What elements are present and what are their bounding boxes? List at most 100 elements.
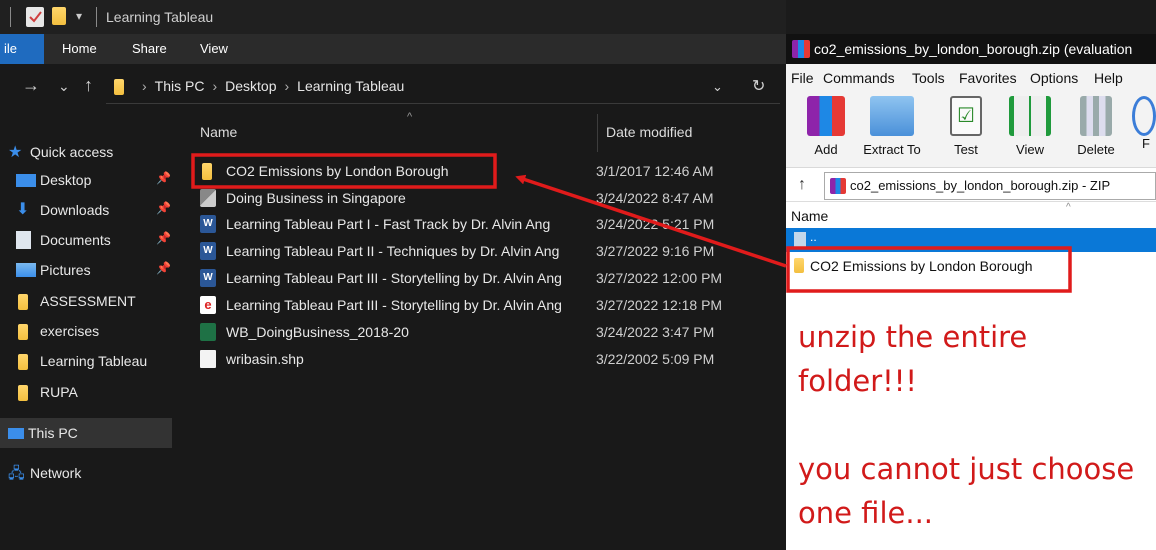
winrar-menu-bar: File Commands Tools Favorites Options He…	[786, 64, 1156, 92]
folder-icon	[202, 162, 218, 180]
folder-extract-icon	[870, 96, 914, 136]
file-row[interactable]: wribasin.shp 3/22/2002 5:09 PM	[196, 346, 776, 372]
delete-button[interactable]: Delete	[1066, 96, 1126, 166]
title-separator	[10, 7, 11, 27]
nav-label: Quick access	[30, 144, 114, 160]
address-bar-area: → ⌄ ↑ › This PC › Desktop › Learning Tableau …	[0, 64, 786, 110]
path-text: co2_emissions_by_london_borough.zip - ZI…	[850, 178, 1111, 193]
parent-folder-row[interactable]: ..	[786, 228, 1156, 252]
breadcrumb-learning-tableau[interactable]: Learning Tableau	[297, 78, 404, 94]
note-line-2: folder!!!	[798, 364, 918, 398]
desktop-icon	[16, 174, 36, 187]
winrar-path-bar: ↑ co2_emissions_by_london_borough.zip - …	[786, 170, 1156, 202]
parent-row-label: ..	[810, 230, 817, 244]
column-header-name[interactable]: Name	[200, 124, 237, 140]
parent-folder-icon	[794, 232, 806, 248]
forward-arrow-icon[interactable]: →	[22, 75, 40, 96]
sort-ascending-icon: ^	[1066, 202, 1071, 213]
menu-file[interactable]: File	[791, 70, 814, 86]
winrar-title: co2_emissions_by_london_borough.zip (eva…	[814, 41, 1133, 57]
pdf-icon: e	[200, 296, 216, 314]
nav-exercises[interactable]: exercises	[0, 316, 172, 346]
pc-icon	[8, 428, 24, 439]
nav-pictures[interactable]: Pictures 📌	[0, 255, 172, 285]
nav-assessment[interactable]: ASSESSMENT	[0, 286, 172, 316]
address-dropdown-icon[interactable]: ⌄	[712, 79, 723, 95]
tab-view[interactable]: View	[200, 34, 228, 64]
breadcrumb-desktop[interactable]: Desktop	[225, 78, 276, 94]
up-arrow-icon[interactable]: ↑	[798, 176, 806, 194]
note-line-4: one file...	[798, 496, 934, 530]
extract-to-button[interactable]: Extract To	[856, 96, 928, 166]
menu-help[interactable]: Help	[1094, 70, 1123, 86]
documents-icon	[16, 231, 31, 249]
location-folder-icon	[114, 78, 124, 96]
nav-network[interactable]: 🖧 Network	[0, 458, 172, 488]
trash-icon	[1080, 96, 1112, 136]
new-folder-icon[interactable]	[52, 7, 70, 27]
menu-favorites[interactable]: Favorites	[959, 70, 1017, 86]
column-divider[interactable]	[597, 114, 598, 152]
nav-documents[interactable]: Documents 📌	[0, 225, 172, 255]
find-button[interactable]: F	[1132, 96, 1156, 166]
breadcrumb-this-pc[interactable]: This PC	[155, 78, 205, 94]
file-row[interactable]: W Learning Tableau Part II - Techniques …	[196, 238, 776, 264]
note-line-1: unzip the entire	[798, 320, 1028, 354]
file-explorer-window: ▾ Learning Tableau ile Home Share View →…	[0, 0, 786, 550]
winrar-column-header[interactable]: Name ^	[786, 202, 1156, 228]
note-line-3: you cannot just choose	[798, 452, 1135, 486]
nav-label: Downloads	[40, 202, 110, 218]
file-date: 3/24/2022 3:47 PM	[596, 324, 715, 340]
find-icon	[1132, 96, 1156, 136]
file-name: Doing Business in Singapore	[226, 190, 406, 206]
view-button[interactable]: View	[1000, 96, 1060, 166]
pin-icon: 📌	[156, 231, 171, 245]
column-header-date[interactable]: Date modified	[606, 124, 692, 140]
breadcrumb: › This PC › Desktop › Learning Tableau	[142, 78, 405, 94]
archive-icon	[807, 96, 845, 136]
menu-tools[interactable]: Tools	[912, 70, 945, 86]
nav-rupa[interactable]: RUPA	[0, 377, 172, 407]
menu-options[interactable]: Options	[1030, 70, 1078, 86]
column-header-name: Name	[791, 208, 829, 224]
refresh-icon[interactable]: ↻	[752, 76, 765, 96]
properties-icon[interactable]	[26, 7, 44, 27]
file-row[interactable]: WB_DoingBusiness_2018-20 3/24/2022 3:47 …	[196, 319, 776, 345]
star-icon: ★	[8, 144, 23, 161]
nav-downloads[interactable]: ⬇ Downloads 📌	[0, 195, 172, 225]
tab-file[interactable]: ile	[0, 34, 44, 64]
file-date: 3/27/2022 12:00 PM	[596, 270, 723, 286]
file-date: 3/22/2002 5:09 PM	[596, 351, 715, 367]
winrar-title-bar: co2_emissions_by_london_borough.zip (eva…	[786, 34, 1156, 64]
customize-chevron-icon[interactable]: ▾	[76, 9, 94, 29]
download-icon: ⬇	[16, 201, 30, 218]
file-row[interactable]: W Learning Tableau Part I - Fast Track b…	[196, 211, 776, 237]
nav-desktop[interactable]: Desktop 📌	[0, 165, 172, 195]
nav-this-pc[interactable]: This PC	[0, 418, 172, 448]
tool-label: Test	[954, 142, 978, 157]
winrar-toolbar: Add Extract To ☑ Test View Delete F	[786, 92, 1156, 168]
nav-quick-access[interactable]: ★ Quick access	[0, 137, 172, 167]
test-button[interactable]: ☑ Test	[936, 96, 996, 166]
pin-icon: 📌	[156, 171, 171, 185]
folder-icon	[18, 323, 38, 341]
window-title: Learning Tableau	[106, 9, 214, 25]
tab-home[interactable]: Home	[62, 34, 97, 64]
file-date: 3/24/2022 5:21 PM	[596, 216, 715, 232]
up-arrow-icon[interactable]: ↑	[84, 75, 93, 96]
nav-label: ASSESSMENT	[40, 293, 136, 309]
add-button[interactable]: Add	[796, 96, 856, 166]
menu-commands[interactable]: Commands	[823, 70, 895, 86]
nav-learning-tableau[interactable]: Learning Tableau	[0, 346, 172, 376]
tool-label: View	[1016, 142, 1044, 157]
file-icon	[200, 350, 216, 368]
file-row[interactable]: CO2 Emissions by London Borough 3/1/2017…	[196, 158, 776, 184]
file-date: 3/27/2022 9:16 PM	[596, 243, 715, 259]
file-row[interactable]: W Learning Tableau Part III - Storytelli…	[196, 265, 776, 291]
word-icon: W	[200, 242, 216, 260]
tab-share[interactable]: Share	[132, 34, 167, 64]
file-row[interactable]: e Learning Tableau Part III - Storytelli…	[196, 292, 776, 318]
file-row[interactable]: Doing Business in Singapore 3/24/2022 8:…	[196, 185, 776, 211]
recent-locations-chevron-icon[interactable]: ⌄	[58, 78, 70, 95]
archive-item-row[interactable]: CO2 Emissions by London Borough	[786, 254, 1156, 278]
